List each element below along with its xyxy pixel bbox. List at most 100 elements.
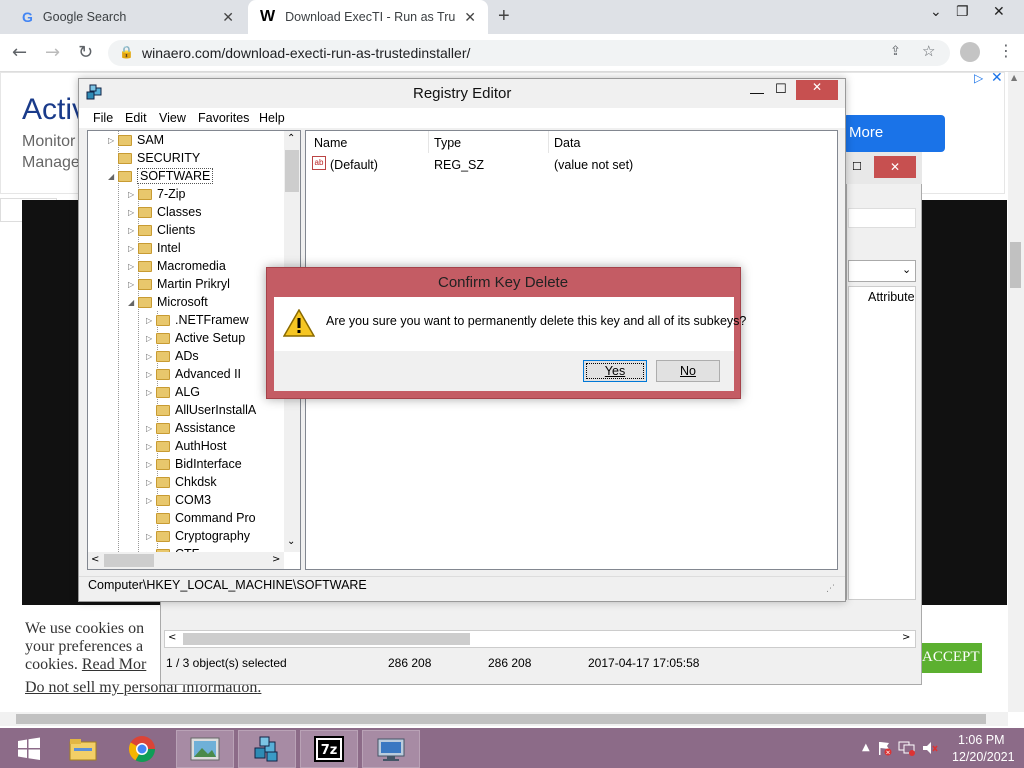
read-more-link[interactable]: Read Mor (82, 656, 146, 673)
menu-help[interactable]: Help (259, 111, 285, 125)
url-text[interactable]: winaero.com/download-execti-run-as-trust… (142, 45, 470, 61)
taskbar-chrome[interactable] (113, 730, 171, 768)
tree-expander-icon[interactable]: ▷ (146, 532, 156, 541)
profile-avatar-icon[interactable] (960, 42, 980, 62)
yes-button[interactable]: Yes (583, 360, 647, 382)
tree-node-label[interactable]: Assistance (175, 421, 235, 435)
scroll-left-icon[interactable]: < (91, 554, 99, 565)
lock-icon[interactable]: 🔒 (119, 45, 134, 59)
volume-icon[interactable] (921, 740, 939, 759)
scroll-right-icon[interactable]: > (902, 632, 910, 643)
page-scroll-thumb[interactable] (1010, 242, 1021, 288)
tree-scroll-thumb[interactable] (285, 150, 299, 192)
scroll-up-icon[interactable]: ⌃ (287, 133, 295, 144)
tree-expander-icon[interactable]: ▷ (146, 496, 156, 505)
restore-icon[interactable]: ❐ (956, 4, 969, 20)
bg-close-button[interactable]: ✕ (874, 156, 916, 178)
tree-node[interactable]: ▷CTF (146, 545, 199, 552)
tree-node[interactable]: ▷ ALG (146, 383, 200, 401)
no-button[interactable]: No (656, 360, 720, 382)
ad-more-button[interactable]: More (843, 115, 945, 152)
accept-cookies-button[interactable]: ACCEPT (918, 643, 982, 673)
column-divider[interactable] (428, 131, 429, 153)
tree-node-label[interactable]: Intel (157, 241, 181, 255)
tree-node-label[interactable]: BidInterface (175, 457, 242, 471)
tree-node-label[interactable]: COM3 (175, 493, 211, 507)
minimize-icon[interactable]: — (750, 84, 764, 100)
chevron-down-icon[interactable]: ⌄ (930, 4, 942, 20)
tab-google-search[interactable]: G Google Search ✕ (8, 0, 246, 34)
tree-expander-icon[interactable]: ▷ (146, 370, 156, 379)
value-name[interactable]: (Default) (330, 158, 378, 172)
scroll-down-icon[interactable]: ⌄ (287, 536, 295, 547)
column-divider[interactable] (548, 131, 549, 153)
clock-time[interactable]: 1:06 PM (958, 733, 1005, 747)
tree-node-label[interactable]: ALG (175, 385, 200, 399)
tree-node[interactable]: ▷ AuthHost (146, 437, 226, 455)
tree-expander-icon[interactable]: ▷ (128, 208, 138, 217)
menu-view[interactable]: View (159, 111, 186, 125)
tree-node-label[interactable]: SECURITY (137, 151, 200, 165)
tree-node[interactable]: ▷ Active Setup (146, 329, 245, 347)
tree-node-label[interactable]: SOFTWARE (137, 168, 214, 184)
tree-expander-icon[interactable]: ▷ (128, 262, 138, 271)
tree-expander-icon[interactable]: ◢ (128, 298, 138, 307)
tree-node[interactable]: ▷ Intel (128, 239, 181, 257)
attribute-column-header[interactable]: Attribute (868, 290, 915, 304)
tree-node-label[interactable]: ADs (175, 349, 199, 363)
tree-expander-icon[interactable]: ▷ (146, 460, 156, 469)
page-vertical-scrollbar[interactable] (1008, 72, 1024, 712)
bg-file-list[interactable] (848, 286, 916, 600)
tree-node[interactable]: ▷ Assistance (146, 419, 235, 437)
tree-node[interactable]: Command Pro (146, 509, 256, 527)
tree-node[interactable]: ▷ Cryptography (146, 527, 250, 545)
regedit-close-button[interactable]: ✕ (796, 80, 838, 100)
more-menu-icon[interactable]: ⋮ (998, 41, 1014, 60)
tree-expander-icon[interactable]: ▷ (146, 424, 156, 433)
tree-node-label[interactable]: AllUserInstallA (175, 403, 256, 417)
tree-node-label[interactable]: Command Pro (175, 511, 256, 525)
network-icon[interactable] (898, 740, 916, 759)
tree-node[interactable]: AllUserInstallA (146, 401, 256, 419)
taskbar-7zip[interactable]: 7z (300, 730, 358, 768)
maximize-icon[interactable]: ☐ (775, 82, 787, 97)
page-hscroll-thumb[interactable] (16, 714, 986, 724)
tree-node-label[interactable]: Clients (157, 223, 195, 237)
menu-file[interactable]: File (93, 111, 113, 125)
tree-expander-icon[interactable]: ◢ (108, 172, 118, 181)
column-name[interactable]: Name (314, 136, 347, 150)
bg-maximize-icon[interactable]: ☐ (852, 160, 862, 173)
back-icon[interactable]: ← (12, 42, 27, 63)
tree-node-label[interactable]: Microsoft (157, 295, 208, 309)
adchoices-icon[interactable]: ▷ (974, 71, 983, 85)
tree-expander-icon[interactable]: ▷ (146, 478, 156, 487)
tree-node-label[interactable]: SAM (137, 133, 164, 147)
share-icon[interactable]: ⇪ (890, 44, 901, 59)
start-button[interactable] (0, 730, 58, 768)
taskbar-image-viewer[interactable] (176, 730, 234, 768)
tree-node-label[interactable]: Martin Prikryl (157, 277, 230, 291)
forward-icon[interactable]: → (45, 42, 60, 63)
tree-expander-icon[interactable]: ▷ (146, 316, 156, 325)
clock-date[interactable]: 12/20/2021 (952, 750, 1015, 764)
tree-node[interactable]: ▷ Macromedia (128, 257, 226, 275)
tree-node-label[interactable]: AuthHost (175, 439, 226, 453)
tree-expander-icon[interactable]: ▷ (108, 136, 118, 145)
close-window-icon[interactable]: ✕ (993, 4, 1005, 20)
resize-grip-icon[interactable]: ⋰ (826, 584, 835, 594)
action-center-flag-icon[interactable]: ✕ (876, 740, 892, 759)
bookmark-star-icon[interactable]: ☆ (922, 42, 935, 60)
close-tab-icon[interactable]: ✕ (464, 9, 476, 26)
tree-expander-icon[interactable]: ▷ (128, 244, 138, 253)
close-tab-icon[interactable]: ✕ (222, 9, 234, 26)
tree-hscroll-thumb[interactable] (104, 554, 154, 567)
tree-node[interactable]: ◢ SOFTWARE (108, 167, 214, 185)
tree-expander-icon[interactable]: ▷ (146, 442, 156, 451)
chevron-down-icon[interactable]: ⌄ (902, 263, 911, 276)
tree-expander-icon[interactable]: ▷ (128, 280, 138, 289)
scroll-right-icon[interactable]: > (272, 554, 280, 565)
tree-node[interactable]: ◢ Microsoft (128, 293, 208, 311)
menu-favorites[interactable]: Favorites (198, 111, 249, 125)
tree-node[interactable]: ▷ Martin Prikryl (128, 275, 230, 293)
tree-node-label[interactable]: Macromedia (157, 259, 226, 273)
